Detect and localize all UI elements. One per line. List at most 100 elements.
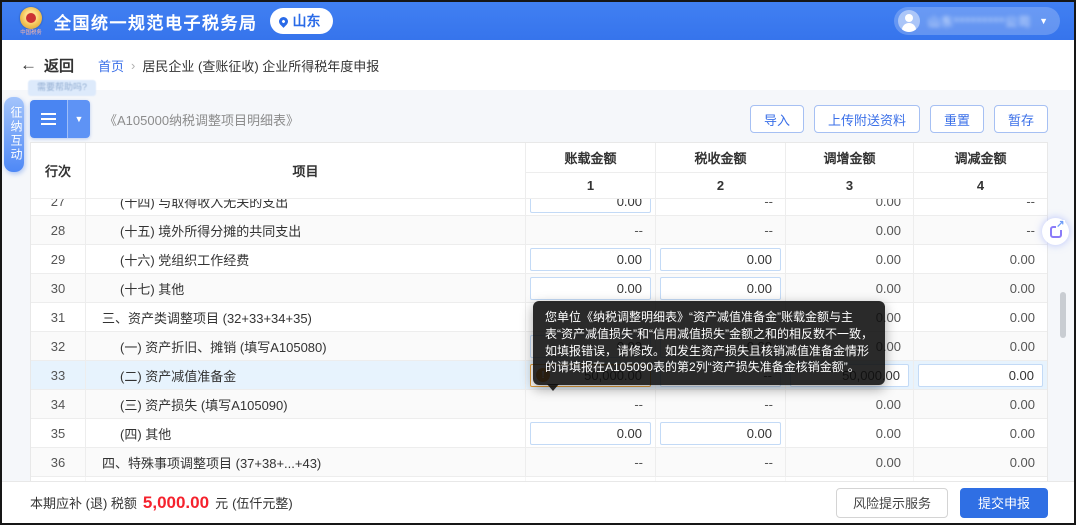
amount-cell: 0.00 — [914, 448, 1047, 476]
table-row: 28(十五) 境外所得分摊的共同支出----0.00-- — [31, 216, 1047, 245]
amount-cell: 0.00 — [914, 361, 1047, 389]
user-account-menu[interactable]: 山东*********公司 ▼ — [894, 7, 1060, 35]
item-label: 三、资产类调整项目 (32+33+34+35) — [86, 303, 526, 331]
back-label: 返回 — [44, 55, 74, 76]
item-label: (十六) 党组织工作经费 — [86, 245, 526, 273]
amount-input[interactable]: 0.00 — [660, 277, 781, 300]
breadcrumb: 首页 › 居民企业 (查账征收) 企业所得税年度申报 — [98, 56, 379, 75]
amount-cell: 0.00 — [526, 245, 656, 273]
save-draft-button[interactable]: 暂存 — [994, 105, 1048, 133]
item-label: (十四) 与取得收入无关的支出 — [86, 199, 526, 216]
amount-input[interactable]: 0.00 — [530, 277, 651, 300]
tax-due-amount: 5,000.00 — [143, 493, 209, 513]
item-label: (三) 资产损失 (填写A105090) — [86, 390, 526, 418]
col-header-increase-amount: 调增金额 3 — [786, 143, 914, 198]
row-number: 29 — [31, 245, 86, 273]
upload-attachments-button[interactable]: 上传附送资料 — [814, 105, 920, 133]
breadcrumb-current: 居民企业 (查账征收) 企业所得税年度申报 — [142, 56, 379, 75]
user-name-redacted: 山东*********公司 — [928, 13, 1031, 30]
region-selector[interactable]: 山东 — [270, 8, 333, 34]
col-index: 2 — [656, 173, 785, 198]
amount-cell: -- — [914, 216, 1047, 244]
form-title: 《A105000纳税调整项目明细表》 — [104, 110, 299, 129]
app-window: 中国税务 全国统一规范电子税务局 山东 山东*********公司 ▼ ← 返回… — [0, 0, 1076, 525]
tax-due-words: (伍仟元整) — [232, 493, 293, 512]
table-header-row: 行次 项目 账载金额 1 税收金额 2 调增金额 3 调减金额 4 — [31, 143, 1047, 199]
breadcrumb-bar: ← 返回 首页 › 居民企业 (查账征收) 企业所得税年度申报 需要帮助吗? — [2, 40, 1074, 90]
table-row: 29(十六) 党组织工作经费0.000.000.000.00 — [31, 245, 1047, 274]
form-toolbar: ▼ 《A105000纳税调整项目明细表》 导入 上传附送资料 重置 暂存 — [30, 100, 1048, 138]
amount-cell: 0.00 — [786, 199, 914, 216]
top-header-bar: 中国税务 全国统一规范电子税务局 山东 山东*********公司 ▼ — [2, 2, 1074, 40]
breadcrumb-separator: › — [131, 58, 135, 73]
reset-button[interactable]: 重置 — [930, 105, 984, 133]
tax-bureau-logo: 中国税务 — [16, 7, 46, 36]
tax-due-label: 本期应补 (退) 税额 — [30, 493, 137, 512]
region-label: 山东 — [293, 11, 321, 31]
amount-input[interactable]: 0.00 — [660, 422, 781, 445]
amount-cell: 0.00 — [786, 448, 914, 476]
amount-input[interactable]: 0.00 — [530, 199, 651, 213]
amount-cell: 0.00 — [914, 332, 1047, 360]
row-number: 34 — [31, 390, 86, 418]
toolbar-buttons: 导入 上传附送资料 重置 暂存 — [750, 105, 1048, 133]
amount-input[interactable]: 0.00 — [660, 248, 781, 271]
item-label: (一) 资产折旧、摊销 (填写A105080) — [86, 332, 526, 360]
interaction-side-tab[interactable]: 征纳互动 — [4, 97, 24, 172]
col-index: 4 — [914, 173, 1047, 198]
amount-cell: 0.00 — [914, 419, 1047, 447]
table-row: 35(四) 其他0.000.000.000.00 — [31, 419, 1047, 448]
amount-input[interactable]: 0.00 — [918, 364, 1043, 387]
import-button[interactable]: 导入 — [750, 105, 804, 133]
footer-buttons: 风险提示服务 提交申报 — [836, 488, 1048, 518]
cobrowse-float-button[interactable] — [1042, 218, 1069, 245]
amount-cell: 0.00 — [914, 390, 1047, 418]
item-label: 四、特殊事项调整项目 (37+38+...+43) — [86, 448, 526, 476]
col-index: 3 — [786, 173, 913, 198]
menu-dropdown-caret[interactable]: ▼ — [67, 100, 90, 138]
row-number: 27 — [31, 199, 86, 216]
amount-cell: 0.00 — [656, 274, 786, 302]
table-row: 36四、特殊事项调整项目 (37+38+...+43)----0.000.00 — [31, 448, 1047, 477]
amount-cell: -- — [656, 390, 786, 418]
col-header-item: 项目 — [86, 143, 526, 198]
vertical-scrollbar[interactable] — [1060, 292, 1066, 338]
risk-notice-button[interactable]: 风险提示服务 — [836, 488, 948, 518]
amount-cell: 0.00 — [786, 390, 914, 418]
amount-cell: 0.00 — [786, 216, 914, 244]
item-label: (四) 其他 — [86, 419, 526, 447]
row-number: 32 — [31, 332, 86, 360]
amount-cell: 0.00 — [786, 419, 914, 447]
amount-cell: 0.00 — [526, 419, 656, 447]
location-pin-icon — [277, 15, 290, 28]
user-avatar-icon — [898, 10, 920, 32]
validation-warning-tooltip: 您单位《纳税调整明细表》“资产减值准备金”账载金额与主表“资产减值损失”和“信用… — [533, 301, 885, 385]
row-number: 28 — [31, 216, 86, 244]
amount-cell: 0.00 — [914, 274, 1047, 302]
breadcrumb-home-link[interactable]: 首页 — [98, 56, 124, 75]
col-header-book-amount: 账载金额 1 — [526, 143, 656, 198]
row-number: 36 — [31, 448, 86, 476]
back-button[interactable]: ← 返回 — [20, 55, 74, 76]
table-row: 27(十四) 与取得收入无关的支出0.00--0.00-- — [31, 199, 1047, 216]
amount-input[interactable]: 0.00 — [530, 422, 651, 445]
amount-cell: 0.00 — [786, 245, 914, 273]
amount-cell: 0.00 — [526, 274, 656, 302]
row-number: 35 — [31, 419, 86, 447]
share-icon — [1050, 226, 1062, 238]
row-number: 30 — [31, 274, 86, 302]
help-tooltip: 需要帮助吗? — [28, 80, 96, 96]
amount-cell: 0.00 — [914, 303, 1047, 331]
amount-cell: -- — [526, 216, 656, 244]
row-number: 33 — [31, 361, 86, 389]
footer-bar: 本期应补 (退) 税额 5,000.00 元 (伍仟元整) 风险提示服务 提交申… — [2, 481, 1074, 523]
col-index: 1 — [526, 173, 655, 198]
row-number: 31 — [31, 303, 86, 331]
hamburger-menu-icon[interactable] — [30, 100, 67, 138]
amount-cell: 0.00 — [786, 274, 914, 302]
submit-declaration-button[interactable]: 提交申报 — [960, 488, 1048, 518]
main-content: 征纳互动 ▼ 《A105000纳税调整项目明细表》 导入 上传附送资料 重置 暂… — [2, 90, 1074, 481]
amount-input[interactable]: 0.00 — [530, 248, 651, 271]
table-menu-button[interactable]: ▼ — [30, 100, 90, 138]
table-row: 34(三) 资产损失 (填写A105090)----0.000.00 — [31, 390, 1047, 419]
